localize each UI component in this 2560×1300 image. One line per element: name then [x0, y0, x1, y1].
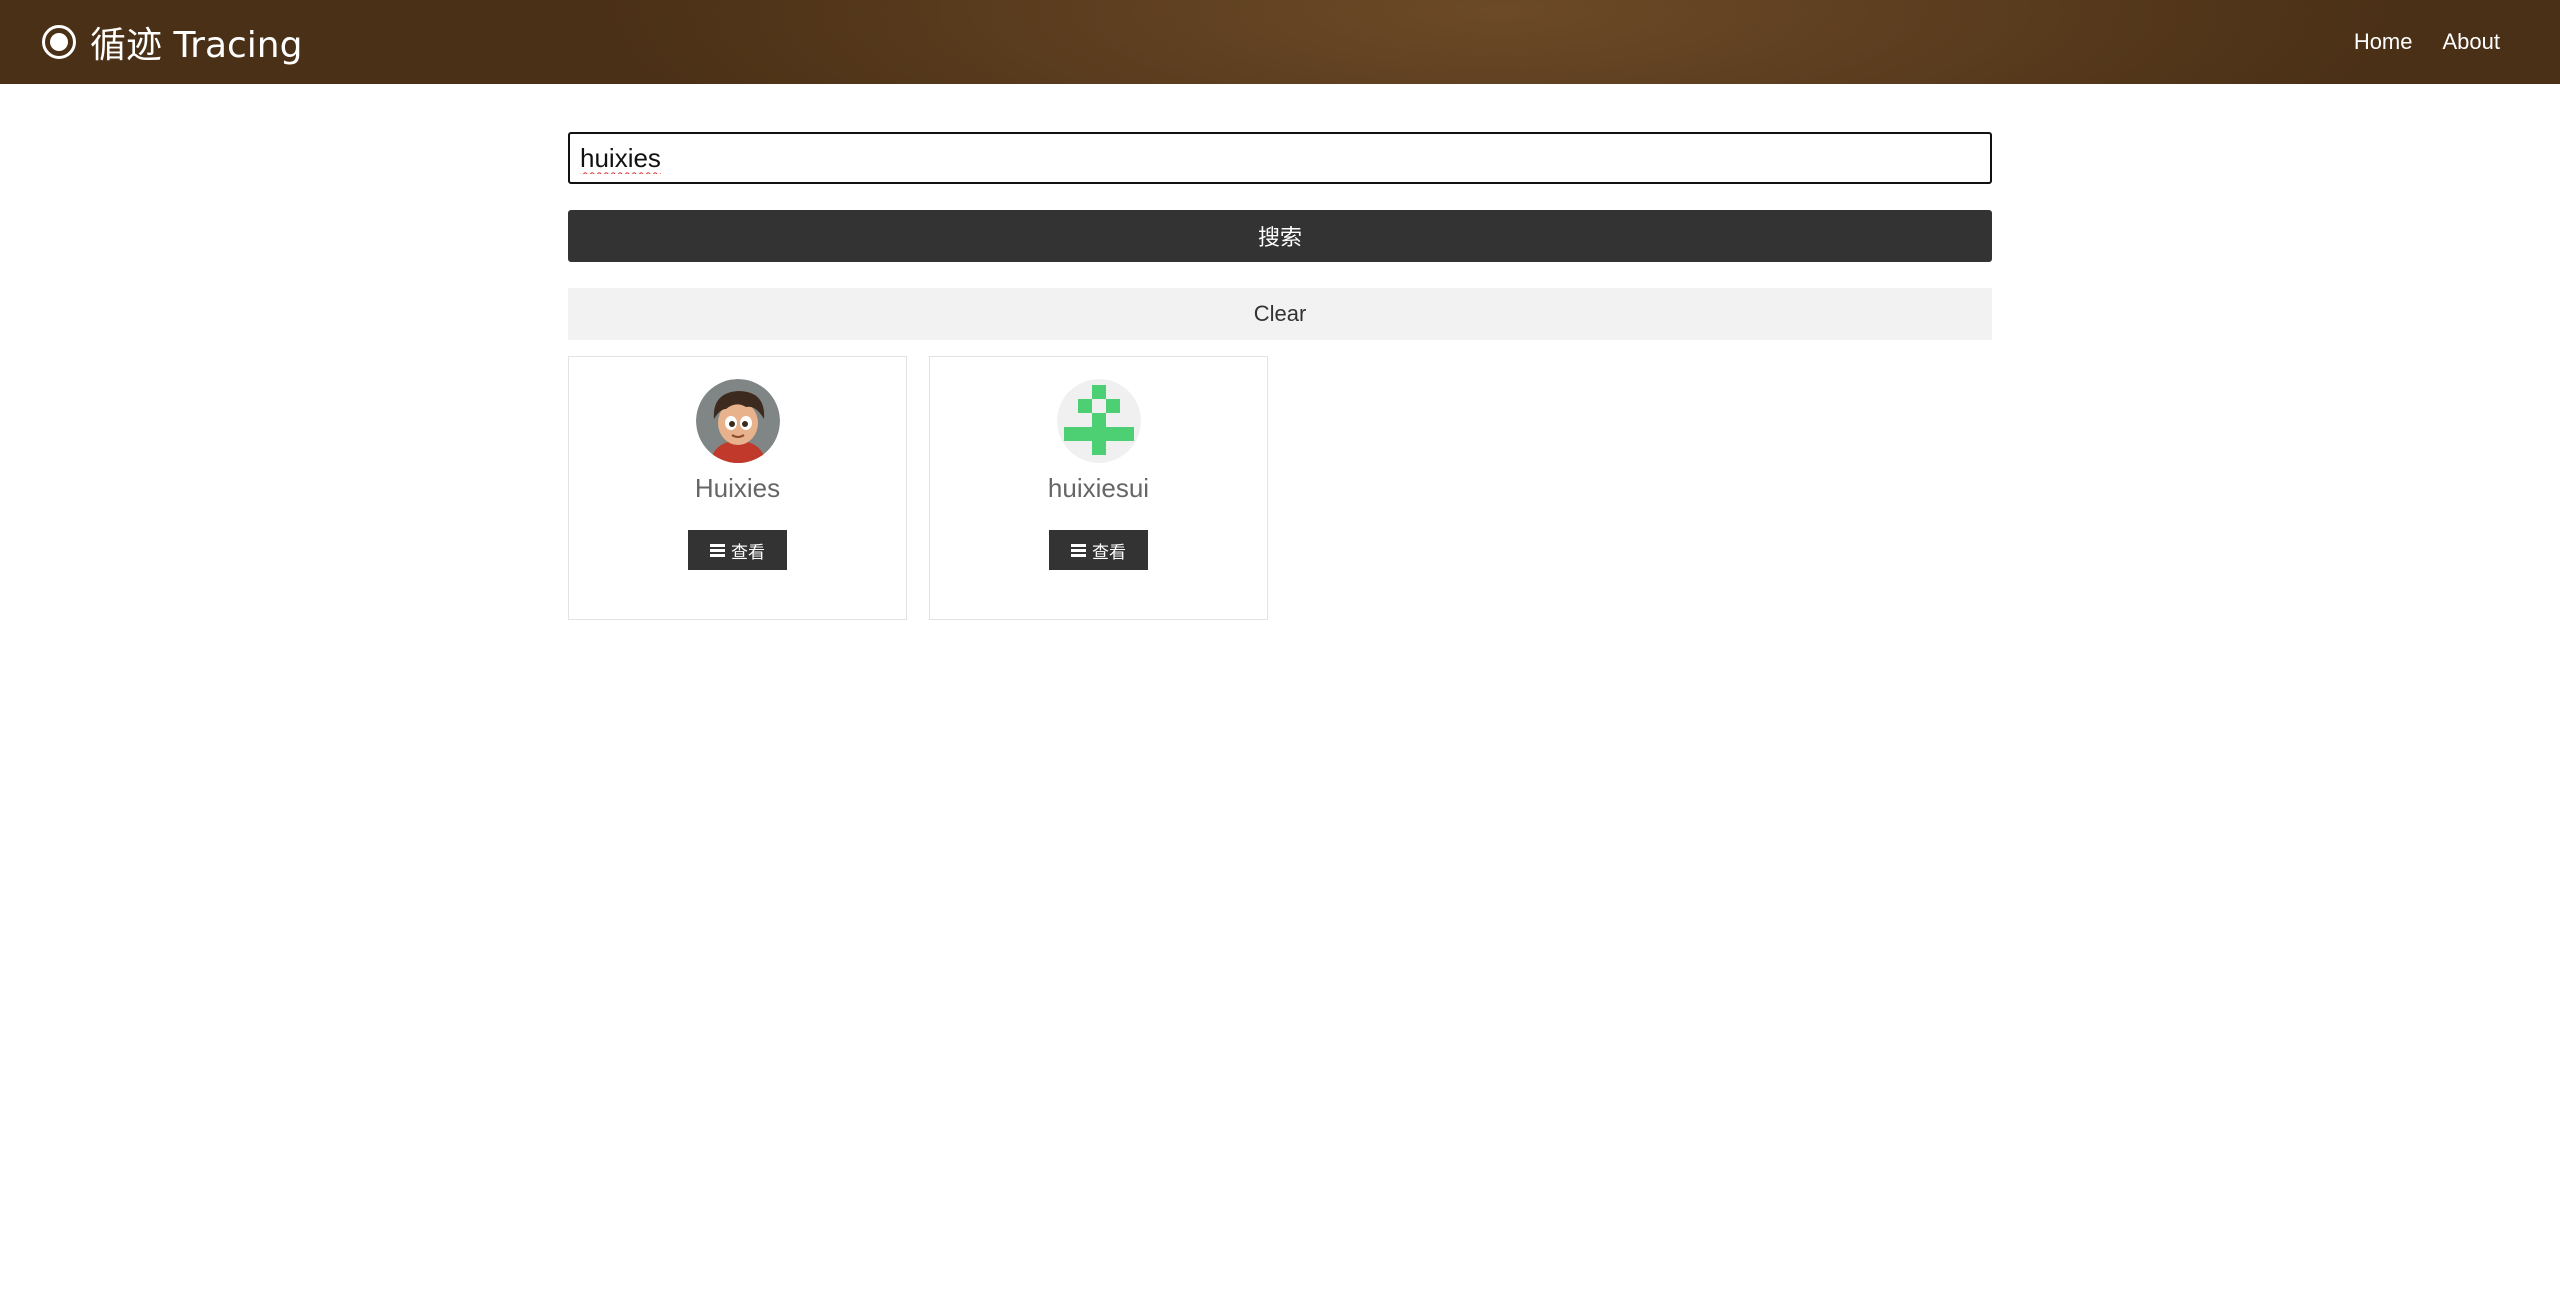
record-circle-icon — [42, 25, 76, 59]
results-list: Huixies 查看 huixiesui 查看 — [568, 356, 1992, 620]
nav-about-link[interactable]: About — [2443, 29, 2501, 55]
nav-links: Home About — [2354, 29, 2500, 55]
brand[interactable]: 循迹 Tracing — [42, 16, 302, 68]
green-identicon-avatar-icon — [1056, 379, 1141, 463]
search-input[interactable] — [568, 132, 1992, 184]
view-button[interactable]: 查看 — [1049, 530, 1148, 570]
brand-title[interactable]: 循迹 Tracing — [90, 16, 302, 68]
view-button-label: 查看 — [1092, 542, 1126, 563]
top-navbar: 循迹 Tracing Home About — [0, 0, 2560, 84]
avatar — [1056, 379, 1141, 463]
menu-icon — [1071, 543, 1086, 557]
nav-home-link[interactable]: Home — [2354, 29, 2413, 55]
clear-button[interactable]: Clear — [568, 288, 1992, 340]
view-button[interactable]: 查看 — [688, 530, 787, 570]
user-name: huixiesui — [1047, 473, 1150, 503]
avatar — [695, 379, 780, 463]
user-card: Huixies 查看 — [568, 356, 907, 620]
cartoon-boy-avatar-icon — [695, 379, 780, 463]
user-name: Huixies — [694, 473, 781, 503]
user-card: huixiesui 查看 — [929, 356, 1268, 620]
main-content: 搜索 Clear Huixies 查看 — [568, 132, 1992, 620]
search-button[interactable]: 搜索 — [568, 210, 1992, 262]
view-button-label: 查看 — [731, 542, 765, 563]
menu-icon — [710, 543, 725, 557]
